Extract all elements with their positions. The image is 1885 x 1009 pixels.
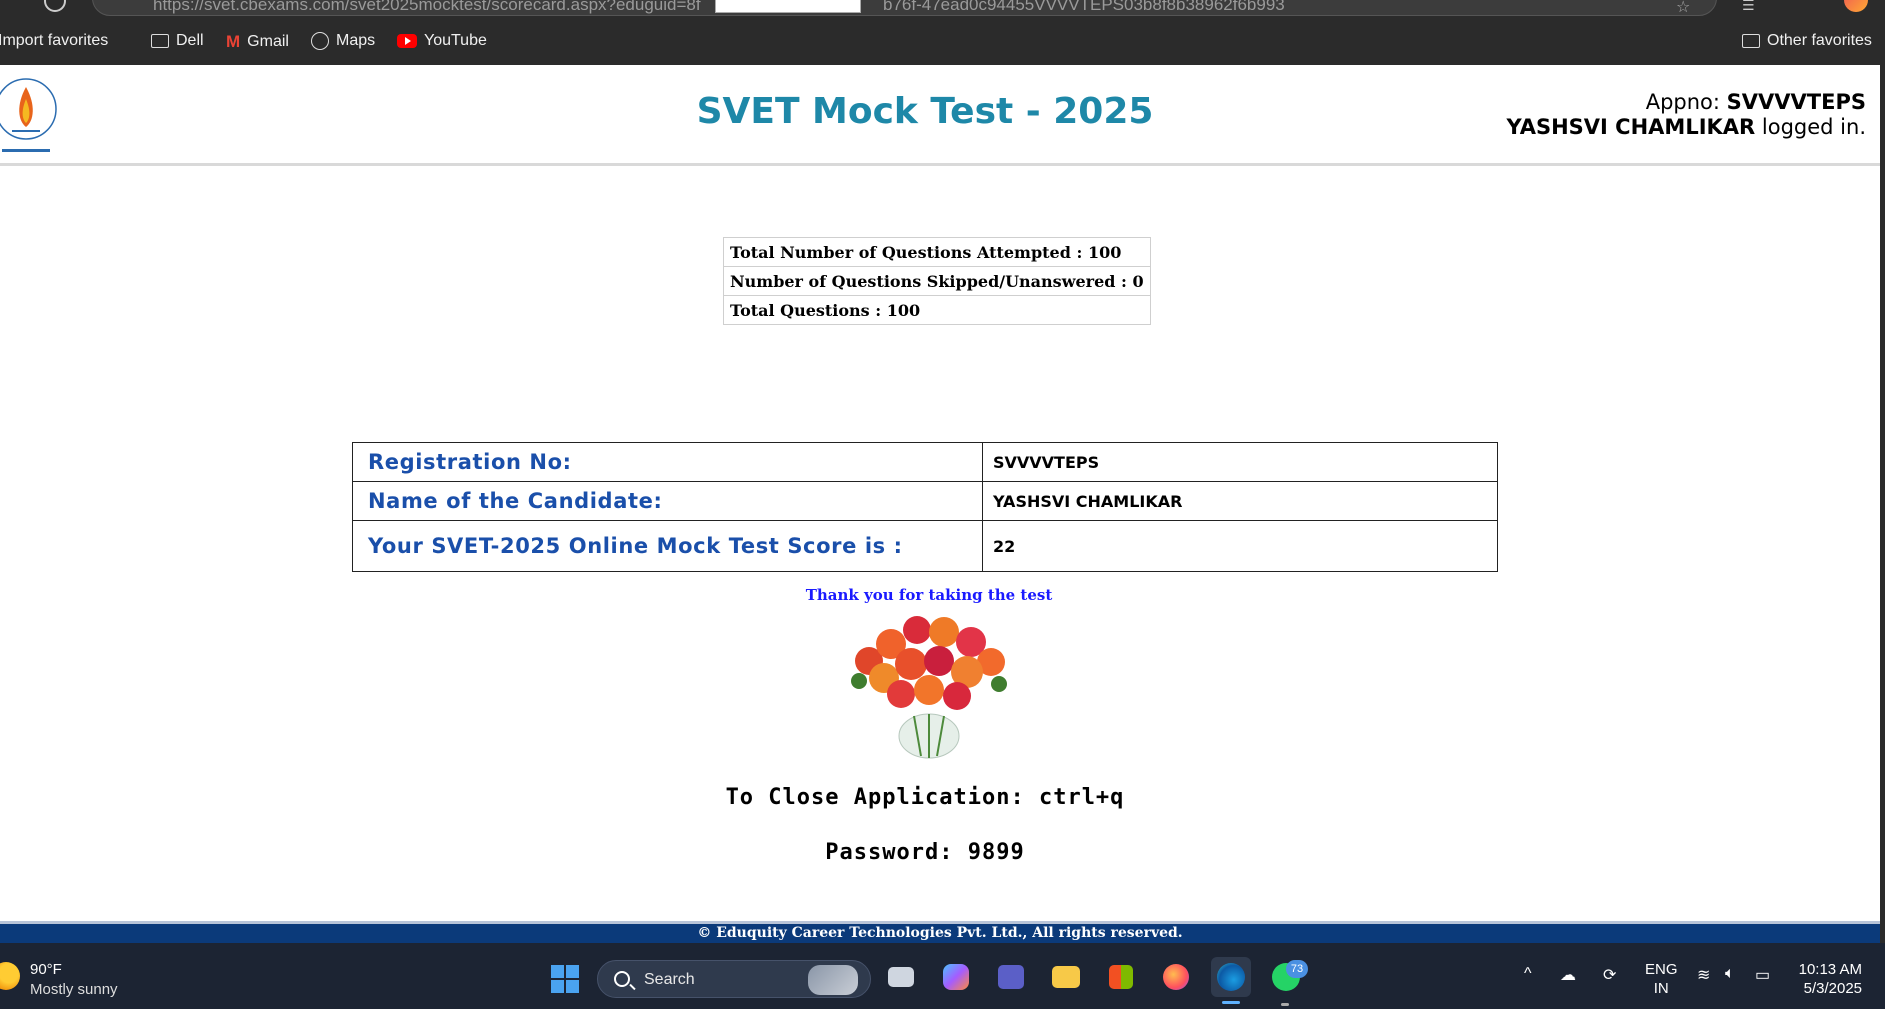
task-view-icon[interactable] (881, 957, 921, 997)
total-cell: Total Questions : 100 (723, 295, 1151, 325)
page-footer: © Eduquity Career Technologies Pvt. Ltd.… (0, 921, 1880, 943)
youtube-icon (397, 34, 417, 48)
search-label: Search (644, 971, 695, 988)
profile-avatar-icon[interactable] (1844, 0, 1868, 12)
page-header: SVET Mock Test - 2025 Appno: SVVVVTEPS Y… (0, 65, 1880, 166)
favorite-label: Gmail (247, 33, 289, 50)
windows-taskbar: 90°F Mostly sunny Search 73 ^ ☁ ⟳ ENG IN… (0, 943, 1885, 1009)
chevron-up-icon[interactable]: ^ (1524, 965, 1532, 983)
logged-in-suffix: logged in. (1761, 115, 1866, 139)
weather-temperature[interactable]: 90°F (30, 961, 62, 978)
microsoft-store-icon[interactable] (1101, 957, 1141, 997)
favorite-import[interactable]: Import favorites (0, 32, 108, 50)
clock-time: 10:13 AM (1798, 961, 1862, 978)
favorite-label: YouTube (424, 32, 487, 49)
language-indicator[interactable]: ENG IN (1645, 960, 1678, 998)
table-row: Registration No: SVVVVTEPS (352, 442, 1498, 482)
address-bar[interactable]: https://svet.cbexams.com/svet2025mocktes… (92, 0, 1717, 16)
firefox-icon[interactable] (1156, 957, 1196, 997)
summary-table: Total Number of Questions Attempted : 10… (723, 237, 1151, 325)
search-icon (614, 971, 630, 987)
weather-sun-icon[interactable] (0, 962, 20, 990)
volume-icon[interactable]: 🔈︎ (1725, 965, 1735, 983)
windows-start-icon[interactable] (551, 965, 579, 993)
close-application-instruction: To Close Application: ctrl+q (725, 785, 1125, 810)
language-code: ENG (1645, 961, 1678, 978)
onedrive-cloud-icon[interactable]: ☁ (1560, 965, 1576, 985)
favorite-label: Maps (336, 32, 376, 49)
reload-icon[interactable] (44, 0, 66, 12)
wifi-icon[interactable]: ≋ (1697, 965, 1710, 985)
other-favorites-label: Other favorites (1767, 32, 1872, 49)
globe-icon (311, 32, 329, 50)
registration-value: SVVVVTEPS (982, 442, 1498, 482)
candidate-name-label: Name of the Candidate: (352, 481, 983, 521)
table-row: Total Questions : 100 (723, 295, 1151, 325)
score-label: Your SVET-2025 Online Mock Test Score is… (352, 520, 983, 572)
password-text: Password: 9899 (825, 840, 1025, 865)
browser-top-bar: https://svet.cbexams.com/svet2025mocktes… (0, 0, 1885, 17)
favorite-maps[interactable]: Maps (311, 32, 375, 50)
region-code: IN (1653, 980, 1669, 997)
gmail-icon: M (226, 32, 241, 51)
teams-icon[interactable] (991, 957, 1031, 997)
weather-description[interactable]: Mostly sunny (30, 981, 118, 998)
table-row: Name of the Candidate: YASHSVI CHAMLIKAR (352, 481, 1498, 521)
page-scrollbar[interactable] (1880, 65, 1885, 943)
table-row: Total Number of Questions Attempted : 10… (723, 237, 1151, 267)
favorites-bar: Import favorites Dell M Gmail Maps YouTu… (0, 17, 1885, 65)
table-row: Number of Questions Skipped/Unanswered :… (723, 266, 1151, 296)
battery-icon[interactable]: ▭ (1755, 965, 1770, 985)
favorite-label: Dell (176, 32, 204, 49)
logged-in-line: YASHSVI CHAMLIKAR logged in. (1507, 115, 1866, 140)
whatsapp-running-indicator (1281, 1003, 1289, 1006)
candidate-name-value: YASHSVI CHAMLIKAR (982, 481, 1498, 521)
skipped-cell: Number of Questions Skipped/Unanswered :… (723, 266, 1151, 296)
file-explorer-icon[interactable] (1046, 957, 1086, 997)
edge-icon[interactable] (1211, 957, 1251, 997)
registration-label: Registration No: (352, 442, 983, 482)
favorite-dell[interactable]: Dell (151, 32, 204, 50)
url-redaction (715, 0, 861, 13)
folder-icon (1742, 34, 1760, 48)
thank-you-message: Thank you for taking the test (805, 586, 1053, 604)
url-text[interactable]: https://svet.cbexams.com/svet2025mocktes… (153, 0, 701, 15)
clock-date: 5/3/2025 (1803, 980, 1862, 997)
favorite-gmail[interactable]: M Gmail (226, 32, 289, 52)
logged-in-user: YASHSVI CHAMLIKAR (1506, 115, 1756, 139)
whatsapp-notification-badge: 73 (1286, 960, 1308, 978)
user-info: Appno: SVVVVTEPS YASHSVI CHAMLIKAR logge… (1507, 90, 1866, 140)
page-viewport: SVET Mock Test - 2025 Appno: SVVVVTEPS Y… (0, 65, 1880, 943)
appno-label: Appno: (1645, 90, 1720, 114)
system-clock[interactable]: 10:13 AM 5/3/2025 (1796, 960, 1862, 998)
flower-bouquet-image (851, 616, 1007, 759)
score-value: 22 (982, 520, 1498, 572)
attempted-cell: Total Number of Questions Attempted : 10… (723, 237, 1151, 267)
other-favorites[interactable]: Other favorites (1742, 32, 1872, 50)
favorite-label: Import favorites (0, 32, 109, 49)
table-row: Your SVET-2025 Online Mock Test Score is… (352, 520, 1498, 572)
url-tail-text[interactable]: b76f-47ead0c94455VVVVTEPS03b8f8b38962f6b… (883, 0, 1285, 15)
favorites-list-icon[interactable]: ☰ (1742, 0, 1755, 14)
favorite-youtube[interactable]: YouTube (397, 32, 487, 50)
appno-value: SVVVVTEPS (1726, 90, 1866, 114)
copilot-icon[interactable] (936, 957, 976, 997)
candidate-details-table: Registration No: SVVVVTEPS Name of the C… (352, 442, 1498, 572)
favorite-star-icon[interactable]: ☆ (1676, 0, 1690, 16)
appno-line: Appno: SVVVVTEPS (1507, 90, 1866, 115)
edge-active-indicator (1222, 1001, 1240, 1004)
search-highlight-image (808, 965, 858, 995)
taskbar-search[interactable]: Search (597, 960, 871, 998)
folder-icon (151, 34, 169, 48)
sync-icon[interactable]: ⟳ (1603, 965, 1616, 985)
